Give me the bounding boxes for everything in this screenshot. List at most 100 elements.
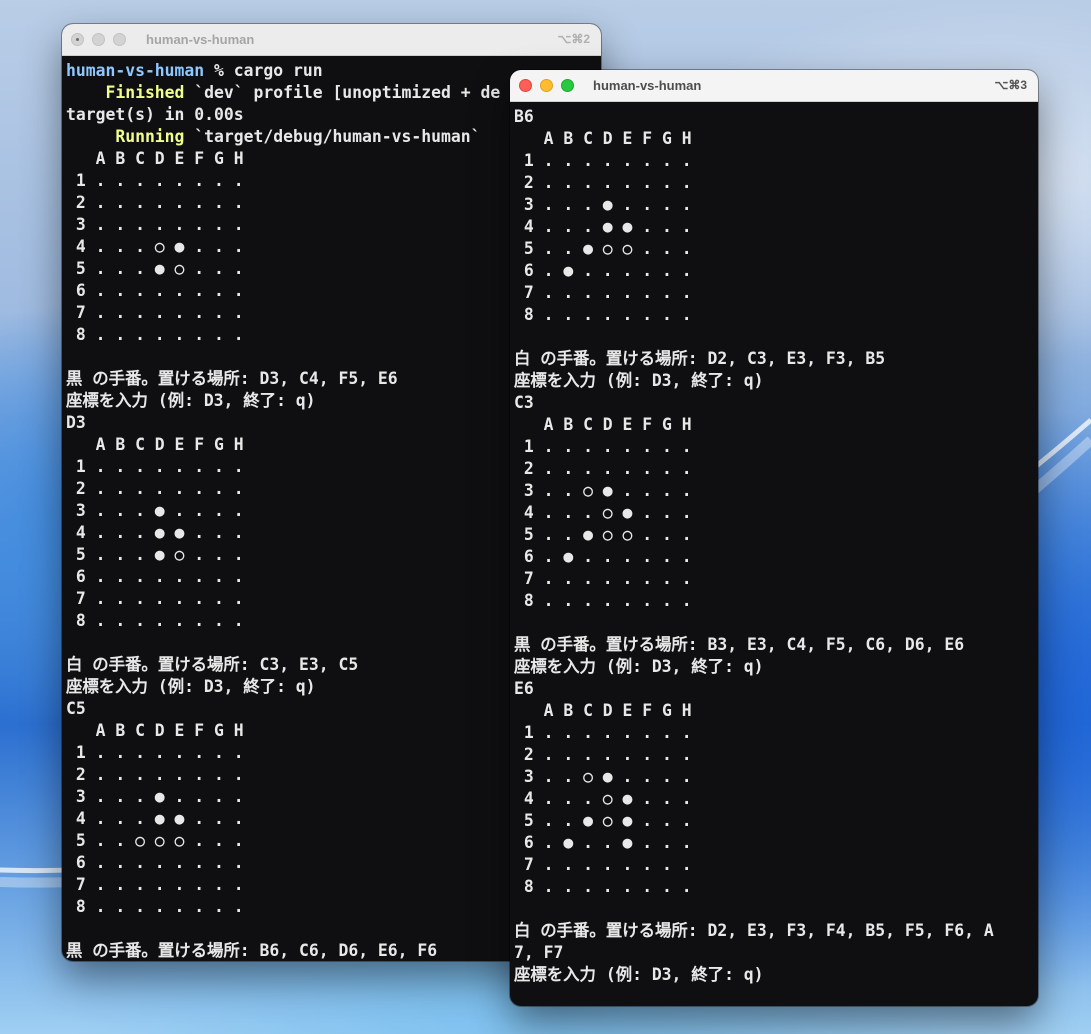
line-text: 1 . . . . . . . . (514, 437, 692, 456)
terminal-line: A B C D E F G H (514, 128, 1038, 150)
line-text: `dev` profile [unoptimized + de (184, 83, 501, 102)
minimize-icon[interactable] (92, 33, 105, 46)
terminal-line: B6 (514, 106, 1038, 128)
terminal-output[interactable]: B6 A B C D E F G H 1 . . . . . . . . 2 .… (510, 102, 1038, 986)
line-text: 6 . ● . . ● . . . (514, 833, 692, 852)
cargo-status-label: Running (66, 127, 185, 146)
terminal-line: 座標を入力 (例: D3, 終了: q) (514, 370, 1038, 392)
line-text: 2 . . . . . . . . (514, 459, 692, 478)
terminal-line: 白 の手番。置ける場所: D2, C3, E3, F3, B5 (514, 348, 1038, 370)
line-text: 2 . . . . . . . . (514, 173, 692, 192)
window-title: human-vs-human (146, 32, 255, 47)
line-text: 2 . . . . . . . . (66, 479, 244, 498)
line-text: 3 . . . . . . . . (66, 215, 244, 234)
minimize-icon[interactable] (540, 79, 553, 92)
terminal-line: 2 . . . . . . . . (514, 172, 1038, 194)
terminal-line: A B C D E F G H (514, 414, 1038, 436)
line-text: target(s) in 0.00s (66, 105, 244, 124)
terminal-line: 4 . . . ○ ● . . . (514, 502, 1038, 524)
line-text: 2 . . . . . . . . (66, 765, 244, 784)
line-text: A B C D E F G H (514, 129, 692, 148)
line-text: 8 . . . . . . . . (66, 897, 244, 916)
terminal-line: 8 . . . . . . . . (514, 304, 1038, 326)
line-text: 座標を入力 (例: D3, 終了: q) (66, 391, 316, 410)
line-text: 5 . . . ● ○ . . . (66, 259, 244, 278)
title-bar[interactable]: human-vs-human ⌥⌘3 (510, 70, 1038, 102)
line-text: 7 . . . . . . . . (514, 855, 692, 874)
terminal-line: 3 . . . ● . . . . (514, 194, 1038, 216)
line-text: 5 . . . ● ○ . . . (66, 545, 244, 564)
window-title: human-vs-human (593, 78, 702, 93)
terminal-line: 3 . . ○ ● . . . . (514, 480, 1038, 502)
line-text: 2 . . . . . . . . (66, 193, 244, 212)
line-text: A B C D E F G H (514, 415, 692, 434)
terminal-line: 6 . ● . . . . . . (514, 546, 1038, 568)
line-text: 4 . . . ● ● . . . (66, 523, 244, 542)
line-text: 5 . . ○ ○ ○ . . . (66, 831, 244, 850)
terminal-line: 座標を入力 (例: D3, 終了: q) (514, 656, 1038, 678)
terminal-line: 4 . . . ○ ● . . . (514, 788, 1038, 810)
cargo-status-label: Finished (66, 83, 185, 102)
line-text: 黒 の手番。置ける場所: B6, C6, D6, E6, F6 (66, 941, 438, 960)
terminal-line: 7 . . . . . . . . (514, 568, 1038, 590)
window-shortcut: ⌥⌘2 (557, 32, 590, 46)
terminal-line: 1 . . . . . . . . (514, 722, 1038, 744)
line-text: 4 . . . ○ ● . . . (514, 503, 692, 522)
terminal-line: 8 . . . . . . . . (514, 876, 1038, 898)
line-text: 7 . . . . . . . . (66, 303, 244, 322)
line-text: 7, F7 (514, 943, 564, 962)
line-text: A B C D E F G H (66, 721, 244, 740)
terminal-line: 4 . . . ● ● . . . (514, 216, 1038, 238)
line-text: 8 . . . . . . . . (514, 591, 692, 610)
line-text: E6 (514, 679, 534, 698)
line-text: 7 . . . . . . . . (66, 875, 244, 894)
terminal-line: A B C D E F G H (514, 700, 1038, 722)
terminal-line: 黒 の手番。置ける場所: B3, E3, C4, F5, C6, D6, E6 (514, 634, 1038, 656)
line-text: 1 . . . . . . . . (514, 723, 692, 742)
line-text: D3 (66, 413, 86, 432)
line-text: C5 (66, 699, 86, 718)
terminal-line: 3 . . ○ ● . . . . (514, 766, 1038, 788)
line-text: 白 の手番。置ける場所: C3, E3, C5 (66, 655, 359, 674)
line-text: 2 . . . . . . . . (514, 745, 692, 764)
line-text: 7 . . . . . . . . (514, 283, 692, 302)
line-text: 1 . . . . . . . . (514, 151, 692, 170)
line-text: A B C D E F G H (66, 435, 244, 454)
line-text: 黒 の手番。置ける場所: D3, C4, F5, E6 (66, 369, 398, 388)
line-text: 8 . . . . . . . . (66, 325, 244, 344)
line-text: 8 . . . . . . . . (66, 611, 244, 630)
line-text: B6 (514, 107, 534, 126)
line-text: 1 . . . . . . . . (66, 171, 244, 190)
terminal-line: 2 . . . . . . . . (514, 458, 1038, 480)
close-icon[interactable] (71, 33, 84, 46)
terminal-line: 1 . . . . . . . . (514, 436, 1038, 458)
prompt-directory: human-vs-human (66, 61, 205, 80)
terminal-line: 2 . . . . . . . . (514, 744, 1038, 766)
terminal-line: 白 の手番。置ける場所: D2, E3, F3, F4, B5, F5, F6,… (514, 920, 1038, 942)
terminal-line: 5 . . ● ○ ○ . . . (514, 238, 1038, 260)
line-text: 3 . . ○ ● . . . . (514, 767, 692, 786)
line-text: A B C D E F G H (514, 701, 692, 720)
window-controls (510, 79, 574, 92)
terminal-line: C3 (514, 392, 1038, 414)
terminal-line: 5 . . ● ○ ○ . . . (514, 524, 1038, 546)
line-text: 黒 の手番。置ける場所: B3, E3, C4, F5, C6, D6, E6 (514, 635, 965, 654)
zoom-icon[interactable] (113, 33, 126, 46)
line-text: 3 . . ○ ● . . . . (514, 481, 692, 500)
line-text: C3 (514, 393, 534, 412)
terminal-line: 7, F7 (514, 942, 1038, 964)
line-text: 5 . . ● ○ ● . . . (514, 811, 692, 830)
line-text: 4 . . . ● ● . . . (514, 217, 692, 236)
line-text: 座標を入力 (例: D3, 終了: q) (66, 677, 316, 696)
line-text: 5 . . ● ○ ○ . . . (514, 239, 692, 258)
line-text: 4 . . . ○ ● . . . (514, 789, 692, 808)
close-icon[interactable] (519, 79, 532, 92)
terminal-line: 6 . ● . . ● . . . (514, 832, 1038, 854)
line-text: 座標を入力 (例: D3, 終了: q) (514, 371, 764, 390)
title-bar[interactable]: human-vs-human ⌥⌘2 (62, 24, 601, 56)
zoom-icon[interactable] (561, 79, 574, 92)
terminal-window-front[interactable]: human-vs-human ⌥⌘3 B6 A B C D E F G H 1 … (510, 70, 1038, 1006)
line-text: 7 . . . . . . . . (66, 589, 244, 608)
